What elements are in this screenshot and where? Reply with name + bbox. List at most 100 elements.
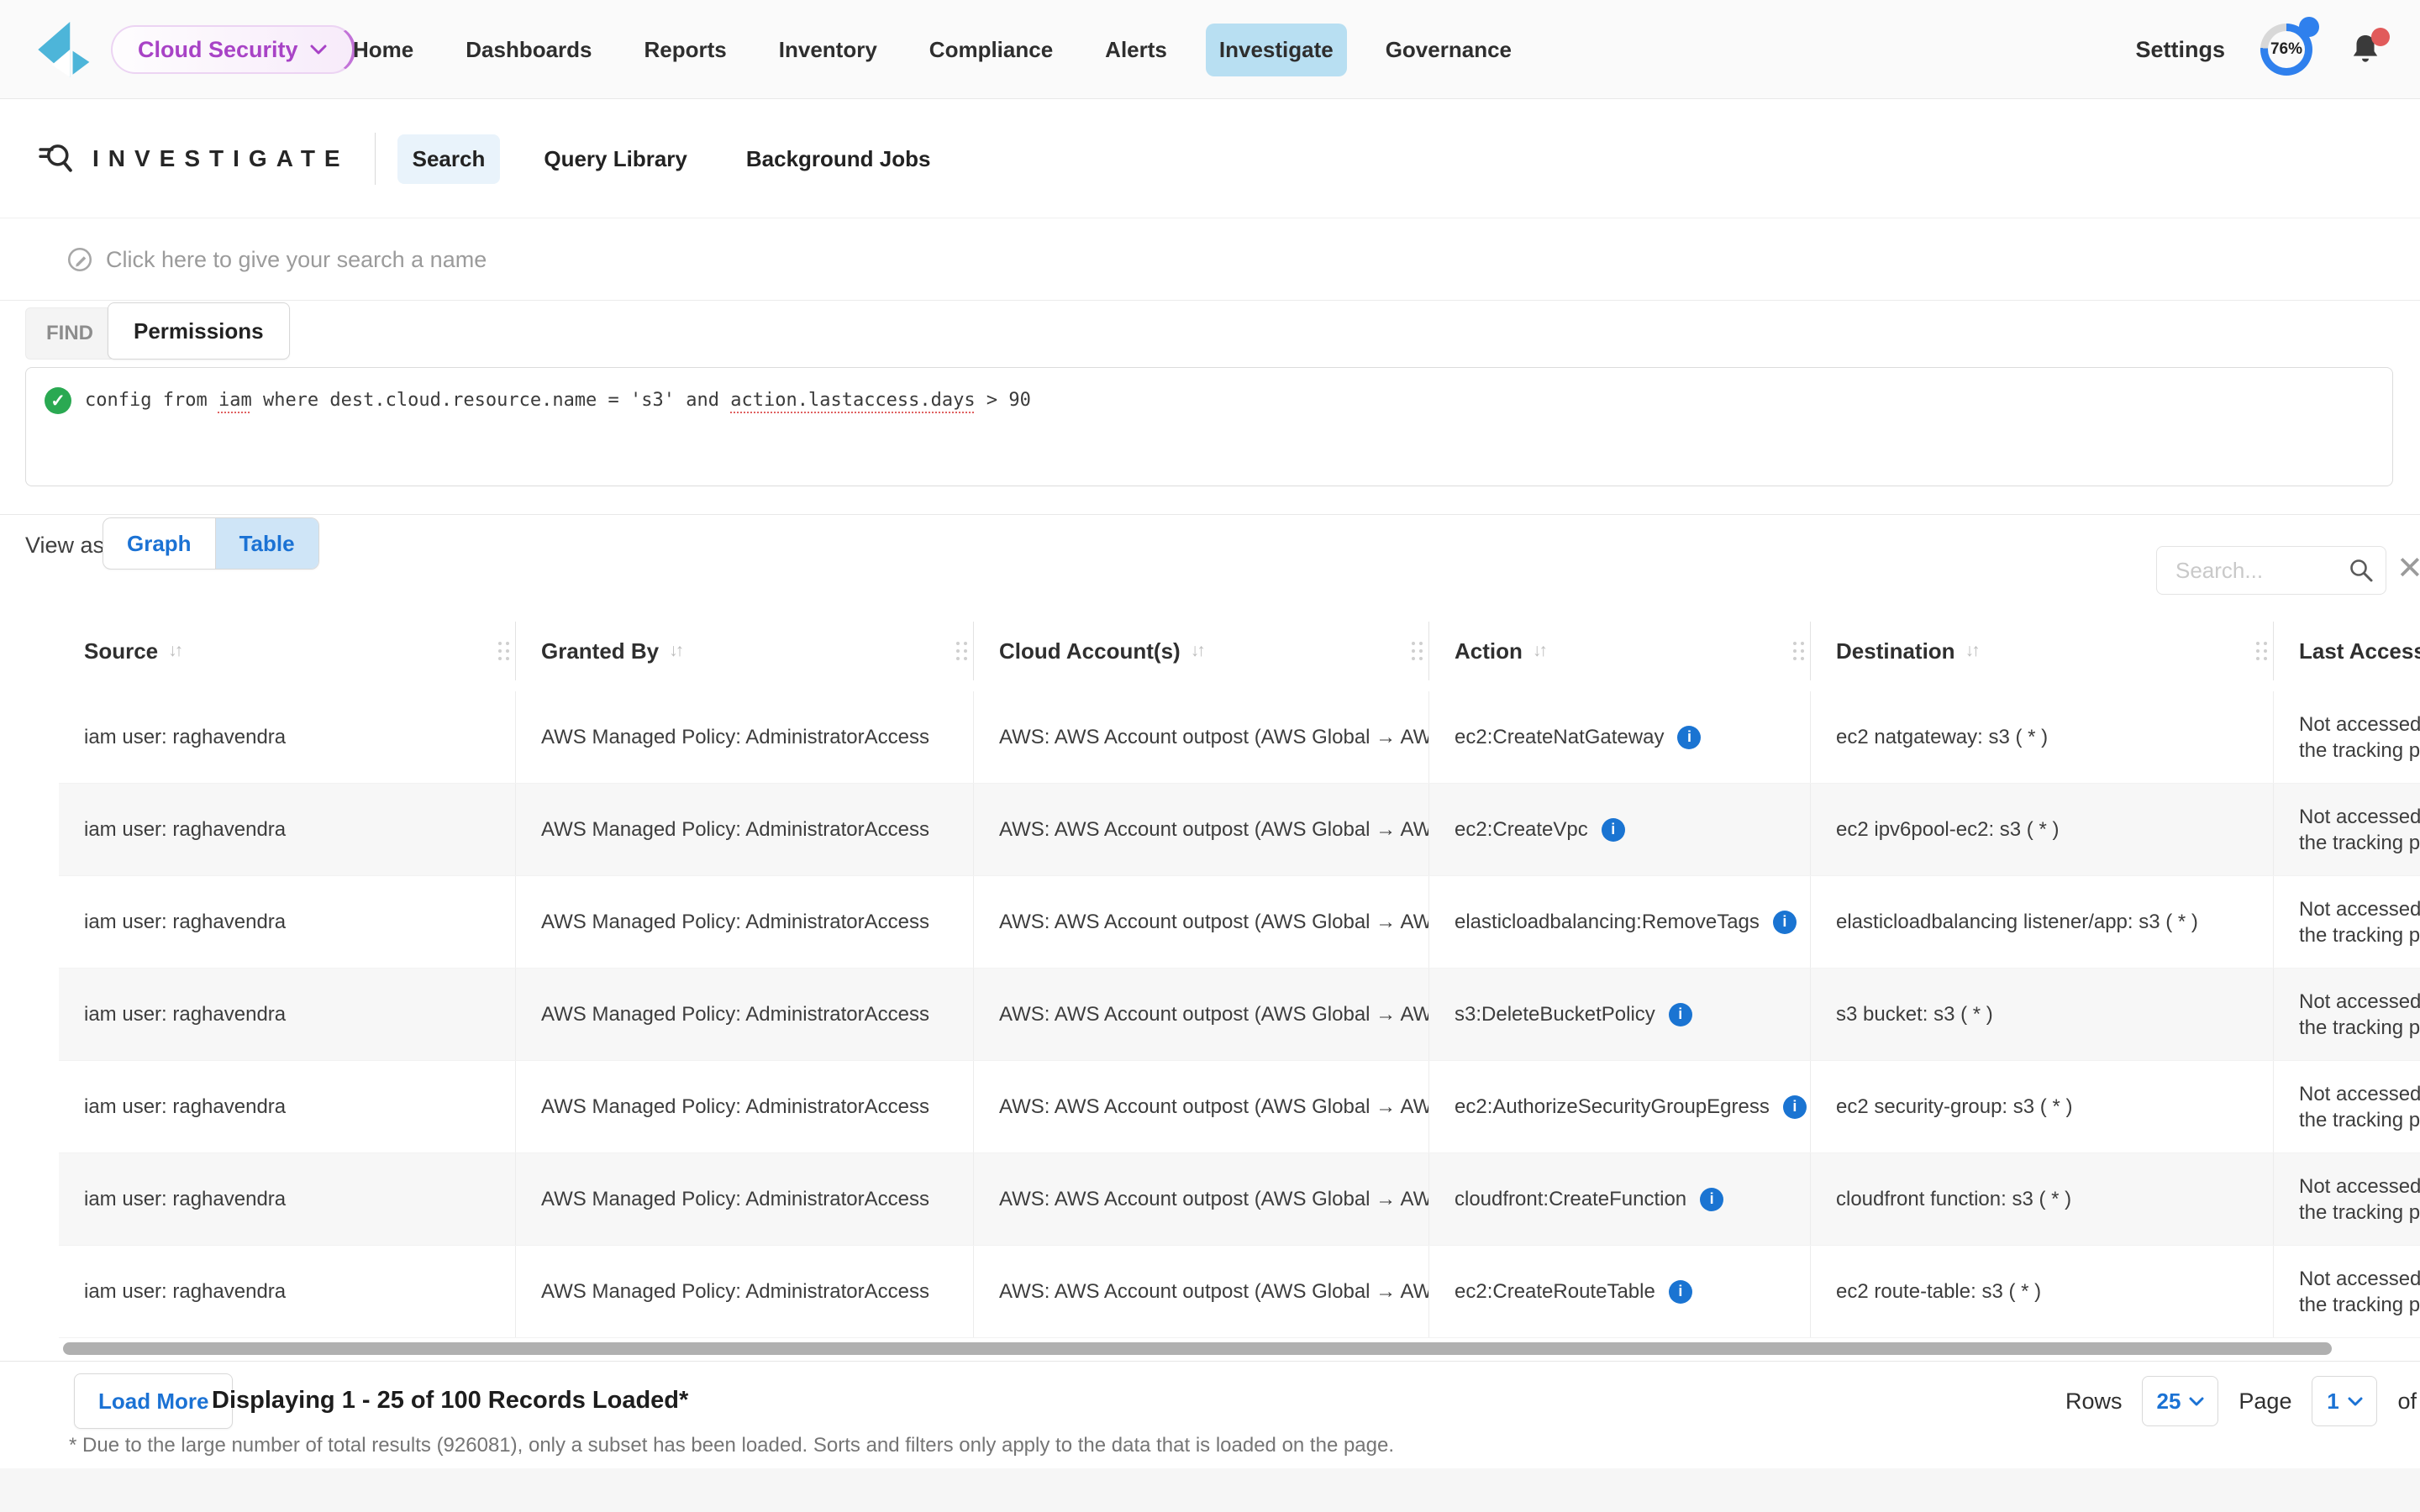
cell-action: ec2:CreateVpci — [1429, 784, 1811, 875]
nav-item-reports[interactable]: Reports — [631, 24, 740, 76]
column-header-destination[interactable]: Destination↓↑ — [1811, 622, 2274, 680]
prisma-cloud-logo-icon — [34, 22, 92, 77]
cell-cloud-accounts-text: AWS: AWS Account outpost (AWS Global → A… — [999, 818, 1429, 842]
column-drag-handle-icon[interactable] — [498, 642, 502, 645]
query-type-button[interactable]: Permissions — [108, 302, 290, 360]
cell-source-text: iam user: raghavendra — [84, 818, 286, 842]
tab-query-library[interactable]: Query Library — [529, 134, 702, 184]
query-input-panel[interactable]: ✓ config from iam where dest.cloud.resou… — [25, 367, 2393, 486]
notification-badge — [2371, 28, 2390, 46]
cell-source-text: iam user: raghavendra — [84, 1188, 286, 1211]
cell-cloud-accounts: AWS: AWS Account outpost (AWS Global → A… — [974, 876, 1429, 968]
cell-destination-text: ec2 natgateway: s3 ( * ) — [1836, 726, 2048, 749]
clear-search-icon[interactable]: ✕ — [2396, 553, 2420, 585]
table-search-box — [2156, 546, 2386, 595]
cell-cloud-accounts: AWS: AWS Account outpost (AWS Global → A… — [974, 1246, 1429, 1337]
table-row[interactable]: iam user: raghavendraAWS Managed Policy:… — [59, 876, 2420, 969]
column-header-granted-by[interactable]: Granted By↓↑ — [516, 622, 974, 680]
usage-progress-ring[interactable]: 76% — [2260, 24, 2312, 76]
info-icon[interactable]: i — [1602, 818, 1625, 842]
nav-item-investigate[interactable]: Investigate — [1206, 24, 1347, 76]
page-select[interactable]: 1 — [2312, 1376, 2377, 1426]
search-icon[interactable] — [2349, 558, 2374, 583]
nav-item-governance[interactable]: Governance — [1372, 24, 1525, 76]
cell-granted-by: AWS Managed Policy: AdministratorAccess — [516, 1061, 974, 1152]
cell-cloud-accounts-text: AWS: AWS Account outpost (AWS Global → A… — [999, 1280, 1429, 1304]
column-header-label: Source — [84, 638, 158, 664]
query-segment: where dest.cloud.resource.name = 's3' an… — [252, 390, 731, 411]
rows-per-page-select[interactable]: 25 — [2142, 1376, 2218, 1426]
info-icon[interactable]: i — [1783, 1095, 1807, 1119]
table-search-input[interactable] — [2157, 558, 2349, 584]
table-row[interactable]: iam user: raghavendraAWS Managed Policy:… — [59, 691, 2420, 784]
cell-destination: ec2 natgateway: s3 ( * ) — [1811, 691, 2274, 783]
sort-icon[interactable]: ↓↑ — [1533, 641, 1545, 661]
column-drag-handle-icon[interactable] — [1412, 642, 1415, 645]
sort-icon[interactable]: ↓↑ — [1965, 641, 1978, 661]
table-row[interactable]: iam user: raghavendraAWS Managed Policy:… — [59, 784, 2420, 876]
search-name-row: Click here to give your search a name — [0, 219, 2420, 301]
nav-item-compliance[interactable]: Compliance — [916, 24, 1066, 76]
column-header-last-access[interactable]: Last Access↓↑ — [2274, 622, 2420, 680]
cell-granted-by-text: AWS Managed Policy: AdministratorAccess — [541, 911, 929, 934]
nav-item-home[interactable]: Home — [339, 24, 427, 76]
column-header-cloud-account-s[interactable]: Cloud Account(s)↓↑ — [974, 622, 1429, 680]
cell-cloud-accounts: AWS: AWS Account outpost (AWS Global → A… — [974, 1153, 1429, 1245]
cell-cloud-accounts: AWS: AWS Account outpost (AWS Global → A… — [974, 1061, 1429, 1152]
tab-search[interactable]: Search — [397, 134, 501, 184]
settings-button[interactable]: Settings — [2135, 37, 2225, 63]
query-text[interactable]: config from iam where dest.cloud.resourc… — [85, 390, 1031, 411]
column-drag-handle-icon[interactable] — [2256, 642, 2260, 645]
cell-destination: cloudfront function: s3 ( * ) — [1811, 1153, 2274, 1245]
info-icon[interactable]: i — [1700, 1188, 1723, 1211]
column-header-source[interactable]: Source ↓↑ — [59, 622, 516, 680]
cell-source: iam user: raghavendra — [59, 691, 516, 783]
nav-item-inventory[interactable]: Inventory — [765, 24, 891, 76]
cell-destination-text: ec2 ipv6pool-ec2: s3 ( * ) — [1836, 818, 2059, 842]
nav-item-alerts[interactable]: Alerts — [1092, 24, 1181, 76]
chevron-down-icon — [2348, 1397, 2363, 1406]
sort-icon[interactable]: ↓↑ — [669, 641, 681, 661]
table-row[interactable]: iam user: raghavendra AWS Managed Policy:… — [59, 1153, 2420, 1246]
cell-granted-by-text: AWS Managed Policy: AdministratorAccess — [541, 1188, 929, 1211]
view-option-graph[interactable]: Graph — [103, 518, 215, 569]
column-drag-handle-icon[interactable] — [1793, 642, 1797, 645]
nav-item-dashboards[interactable]: Dashboards — [452, 24, 605, 76]
query-segment: config from — [85, 390, 218, 411]
column-header-action[interactable]: Action↓↑ — [1429, 622, 1811, 680]
load-more-button[interactable]: Load More — [74, 1373, 233, 1429]
info-icon[interactable]: i — [1773, 911, 1797, 934]
find-label: FIND — [25, 307, 114, 360]
column-drag-handle-icon[interactable] — [956, 642, 960, 645]
view-option-table[interactable]: Table — [215, 518, 318, 569]
query-segment: > 90 — [976, 390, 1031, 411]
cell-last-access: Not accessed in the tracking period — [2274, 1246, 2420, 1337]
cell-last-access: Not accessed in the tracking period — [2274, 969, 2420, 1060]
cell-source-text: iam user: raghavendra — [84, 1095, 286, 1119]
results-footnote: * Due to the large number of total resul… — [69, 1434, 1394, 1457]
sort-icon[interactable]: ↓↑ — [1191, 641, 1203, 661]
view-toggle: GraphTable — [103, 517, 319, 570]
cell-granted-by: AWS Managed Policy: AdministratorAccess — [516, 969, 974, 1060]
sort-icon[interactable]: ↓↑ — [168, 641, 181, 661]
info-icon[interactable]: i — [1669, 1280, 1692, 1304]
search-name-placeholder[interactable]: Click here to give your search a name — [106, 247, 487, 273]
table-row[interactable]: iam user: raghavendraAWS Managed Policy:… — [59, 1246, 2420, 1338]
info-icon[interactable]: i — [1669, 1003, 1692, 1026]
tab-background-jobs[interactable]: Background Jobs — [731, 134, 946, 184]
investigate-header-bar: INVESTIGATE SearchQuery LibraryBackgroun… — [0, 100, 2420, 218]
main-nav: Home Dashboards Reports Inventory Compliance… — [339, 0, 1525, 99]
cell-last-access: Not accessed in the tracking period — [2274, 1061, 2420, 1152]
cell-cloud-accounts: AWS: AWS Account outpost (AWS Global → A… — [974, 784, 1429, 875]
cell-action: s3:DeleteBucketPolicyi — [1429, 969, 1811, 1060]
table-row[interactable]: iam user: raghavendra AWS Managed Policy:… — [59, 1061, 2420, 1153]
cell-destination: ec2 security-group: s3 ( * ) — [1811, 1061, 2274, 1152]
table-row[interactable]: iam user: raghavendraAWS Managed Policy:… — [59, 969, 2420, 1061]
table-header-row: Source↓↑Granted By↓↑Cloud Account(s)↓↑Ac… — [59, 622, 2420, 680]
cell-destination-text: ec2 route-table: s3 ( * ) — [1836, 1280, 2041, 1304]
product-switcher-dropdown[interactable]: Cloud Security — [111, 25, 355, 74]
info-icon[interactable]: i — [1677, 726, 1701, 749]
topbar-right-cluster: Settings 76% — [2135, 0, 2385, 99]
horizontal-scrollbar[interactable] — [63, 1342, 2332, 1355]
notifications-button[interactable] — [2348, 29, 2385, 70]
